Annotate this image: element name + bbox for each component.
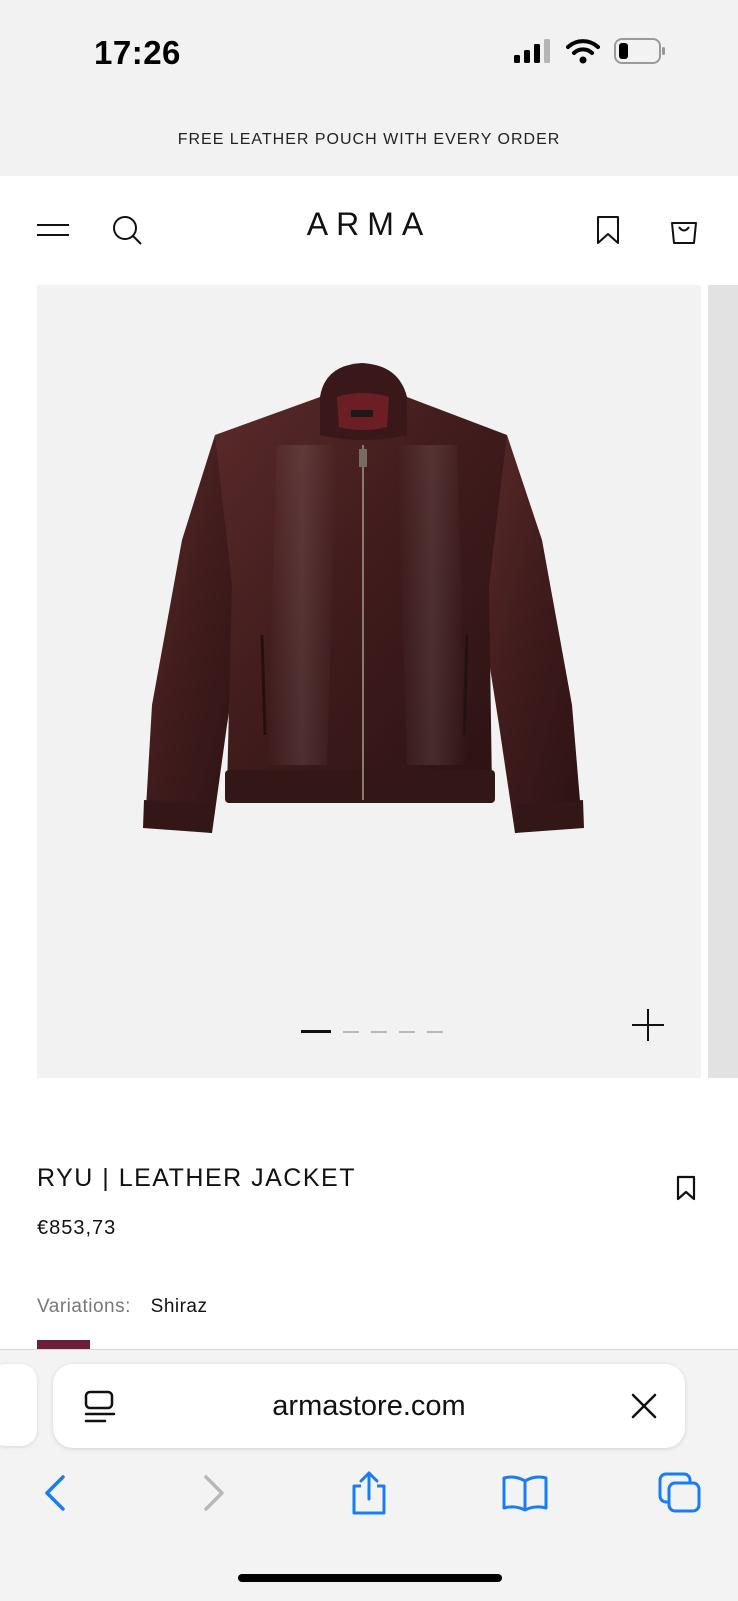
forward-button[interactable] [189,1468,239,1518]
variations-row: Variations: Shiraz [37,1296,208,1318]
add-to-wishlist-icon[interactable] [675,1175,701,1203]
variations-label: Variations: [37,1296,131,1317]
url-text[interactable]: armastore.com [53,1390,685,1423]
promo-banner[interactable]: FREE LEATHER POUCH WITH EVERY ORDER [0,104,738,176]
bookmark-icon [597,216,619,244]
wifi-icon [566,39,600,64]
tabs-icon [658,1472,701,1513]
next-image-peek[interactable] [708,285,738,1078]
cart-button[interactable] [662,208,706,252]
browser-chrome: armastore.com [0,1349,738,1601]
jacket-image [143,363,584,833]
address-bar[interactable]: armastore.com [53,1364,685,1448]
gallery-dot[interactable] [427,1030,443,1033]
status-time: 17:26 [94,34,181,71]
product-title: RYU | LEATHER JACKET [37,1164,356,1192]
gallery-dot[interactable] [301,1030,331,1033]
chevron-right-icon [204,1475,224,1511]
back-button[interactable] [30,1468,80,1518]
browser-toolbar [0,1468,738,1528]
tabs-button[interactable] [655,1468,705,1518]
gallery-dot[interactable] [399,1030,415,1033]
battery-icon [614,38,665,64]
share-icon [352,1471,386,1515]
book-icon [502,1475,548,1512]
close-icon[interactable] [629,1391,659,1421]
home-indicator[interactable] [238,1574,502,1582]
shopping-bag-icon [671,222,697,244]
zoom-plus-icon[interactable] [628,1005,668,1045]
status-icons [514,38,666,64]
chevron-left-icon [45,1475,65,1511]
product-image-gallery[interactable] [37,285,701,1078]
gallery-dot[interactable] [343,1030,359,1033]
cellular-signal-icon [514,39,550,63]
wishlist-button[interactable] [586,208,630,252]
gallery-dot[interactable] [371,1030,387,1033]
bookmarks-button[interactable] [500,1468,550,1518]
status-bar: 17:26 [0,0,738,104]
share-button[interactable] [344,1468,394,1518]
previous-tab[interactable] [0,1364,37,1446]
gallery-pagination [301,1030,443,1033]
product-price: €853,73 [37,1217,117,1239]
variation-value: Shiraz [150,1296,208,1317]
